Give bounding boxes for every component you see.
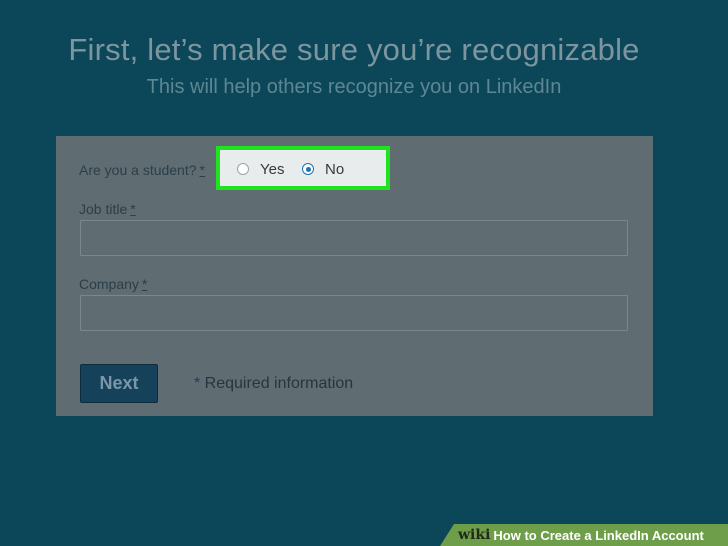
wikihow-watermark: wiki How to Create a LinkedIn Account [440, 524, 728, 546]
required-star: * [130, 201, 136, 217]
watermark-rest: to Create a LinkedIn Account [520, 527, 704, 543]
company-label: Company * [79, 275, 147, 293]
required-note-text: Required information [200, 375, 354, 392]
job-title-label: Job title * [79, 200, 136, 218]
profile-form: Are you a student? * Yes No Job title * Co… [56, 136, 653, 416]
job-title-text: Job title [79, 201, 128, 217]
radio-no-label[interactable]: No [325, 161, 344, 178]
student-question-label: Are you a student? * [79, 161, 205, 179]
required-star: * [141, 276, 148, 292]
job-title-input[interactable] [80, 220, 628, 256]
radio-yes-label[interactable]: Yes [260, 161, 284, 178]
company-text: Company [79, 276, 139, 292]
required-star: * [199, 162, 205, 178]
company-input[interactable] [80, 295, 628, 331]
radio-no[interactable]: No [302, 160, 344, 178]
student-question-text: Are you a student? [79, 162, 197, 178]
watermark-title: How to Create a LinkedIn Account [493, 528, 703, 543]
student-radio-group-highlight: Yes No [216, 146, 390, 190]
page-title: First, let’s make sure you’re recognizab… [68, 32, 640, 67]
radio-yes[interactable]: Yes [237, 160, 284, 178]
watermark-how: How [493, 527, 521, 543]
wikihow-logo: wiki [458, 527, 491, 543]
radio-no-circle[interactable] [302, 163, 314, 175]
radio-yes-circle[interactable] [237, 163, 249, 175]
required-information-note: * Required information [194, 375, 353, 393]
next-button[interactable]: Next [80, 364, 158, 403]
page-subtitle: This will help others recognize you on L… [146, 76, 562, 98]
